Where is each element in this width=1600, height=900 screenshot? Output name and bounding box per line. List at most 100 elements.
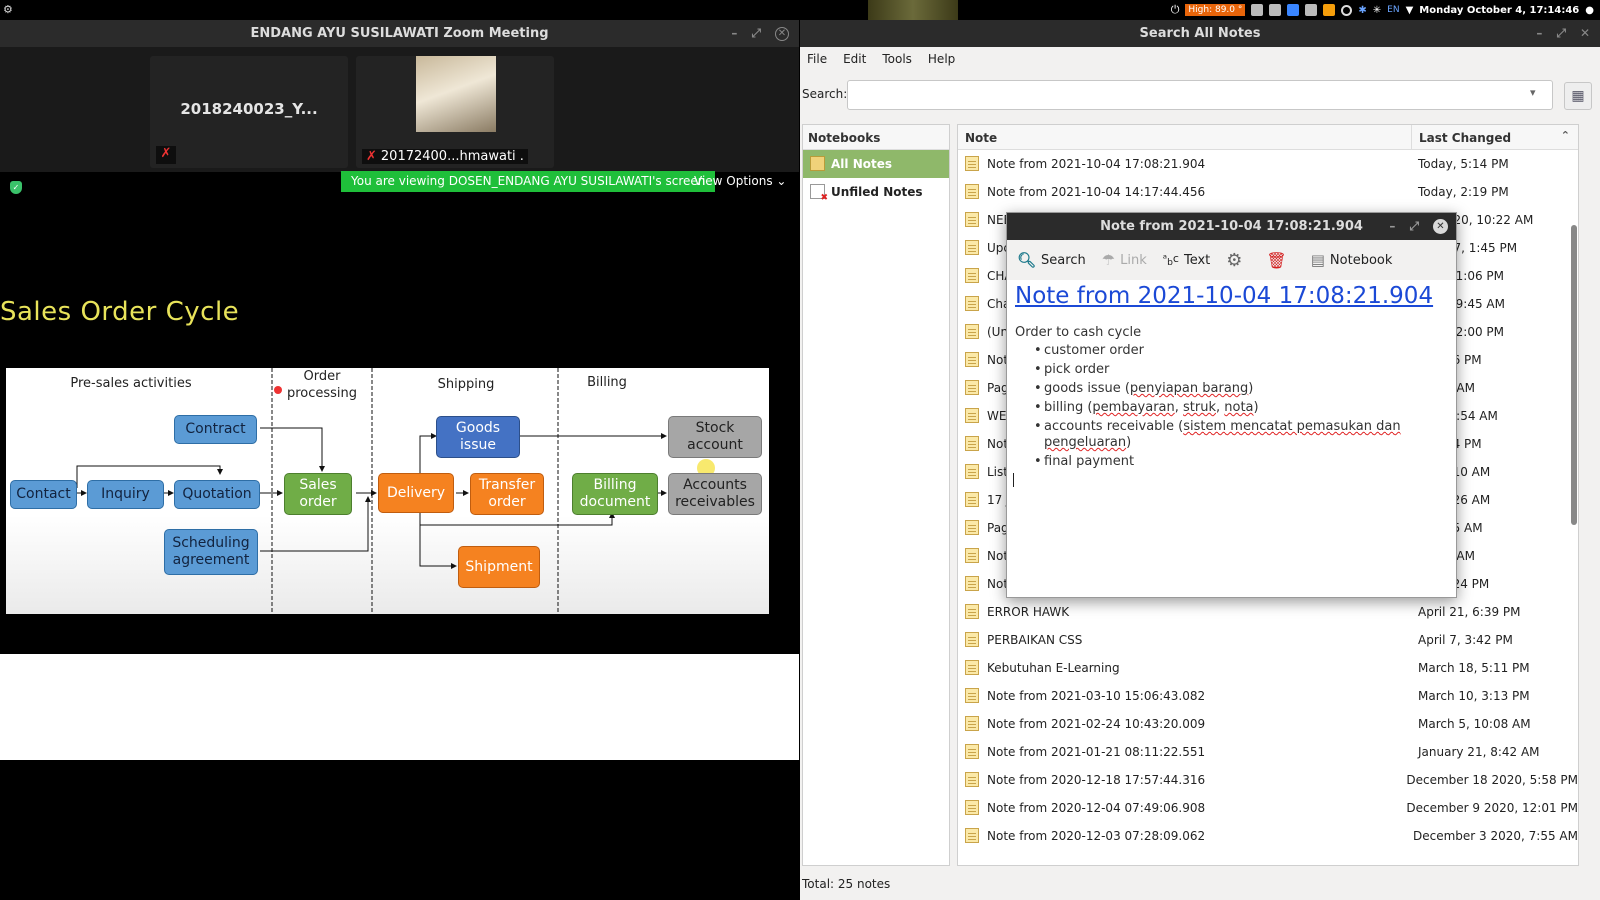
box-billing-document: Billing document [572,473,658,515]
close-icon[interactable]: ✕ [775,26,789,41]
search-button[interactable]: 🔍︎ Search [1017,251,1086,269]
table-row[interactable]: Note from 2021-10-04 14:17:44.456 Today, … [958,178,1578,206]
menu-help[interactable]: Help [923,47,960,71]
participant-tile[interactable]: 2018240023_Y... ✗ [150,56,348,168]
note-title-cell: Kebutuhan E-Learning [987,661,1120,675]
notebook-all-notes[interactable]: All Notes [803,150,949,178]
power-icon[interactable]: ⏻ [1171,3,1180,17]
note-icon [965,828,979,843]
link-button[interactable]: ☂ Link [1102,251,1147,269]
note-icon [965,576,979,591]
participant-label: ✗ 20172400...hmawati . [362,149,528,164]
notes-titlebar: Search All Notes – ⤢ ✕ [800,20,1600,47]
zoom-tray-icon[interactable] [1287,4,1300,16]
shared-screen-blank-area [0,654,799,760]
note-date-cell: January 21, 8:42 AM [1418,745,1540,759]
table-row[interactable]: ERROR HAWK April 21, 6:39 PM [958,598,1578,626]
security-shield-icon[interactable]: ✓ [10,181,22,194]
note-editor-title: Note from 2021-10-04 17:08:21.904 [1100,219,1363,234]
note-icon [965,156,979,171]
table-row[interactable]: Note from 2020-12-18 17:57:44.316 Decembe… [958,766,1578,794]
table-row[interactable]: Kebutuhan E-Learning March 18, 5:11 PM [958,654,1578,682]
window-icon[interactable] [1269,4,1282,16]
menu-edit[interactable]: Edit [838,47,871,71]
notebook-button-label: Notebook [1329,252,1393,268]
box-goods-issue: Goods issue [436,416,520,458]
table-row[interactable]: Note from 2021-01-21 08:11:22.551 January… [958,738,1578,766]
list-item: final payment [1034,454,1415,470]
update-icon[interactable] [1323,4,1336,16]
apps-grid-icon[interactable] [1251,4,1264,16]
table-row[interactable]: Note from 2020-12-03 07:28:09.062 Decembe… [958,822,1578,850]
column-header-note[interactable]: Note [958,125,1412,149]
lane-title-presales: Pre-sales activities [70,376,192,391]
app-tray-icon[interactable] [1305,4,1318,16]
notebooks-header[interactable]: Notebooks [803,125,949,150]
list-item-text: ) [1248,381,1254,396]
participant-tile[interactable]: ✗ 20172400...hmawati . [356,56,554,168]
close-icon[interactable]: ✕ [1433,219,1448,234]
misspelled-text: penyiapan barang [1129,381,1249,396]
minimize-icon[interactable]: – [1536,20,1542,47]
note-icon [965,212,979,227]
participant-name: 2018240023_Y... [180,100,318,118]
tools-button[interactable]: ⚙ [1226,250,1242,271]
top-panel: ⚙ ⏻ High: 89.0 ° ✱ ✳ EN ▼ Monday October… [0,0,1600,20]
bluetooth-icon[interactable]: ✱ [1358,5,1366,16]
link-button-label: Link [1120,252,1147,268]
table-row[interactable]: Note from 2021-03-10 15:06:43.082 March 1… [958,682,1578,710]
table-row[interactable]: Note from 2021-10-04 17:08:21.904 Today, … [958,150,1578,178]
user-icon[interactable]: ● [1585,5,1594,16]
table-row[interactable]: Note from 2020-12-04 07:49:06.908 Decembe… [958,794,1578,822]
system-tray: ⏻ High: 89.0 ° ✱ ✳ EN ▼ Monday October 4… [1171,0,1594,20]
wifi-icon[interactable]: ▼ [1406,5,1414,16]
view-options-button[interactable]: View Options ⌄ [694,171,786,192]
note-title-cell: Note from 2021-02-24 10:43:20.009 [987,717,1206,731]
misspelled-text: pembayaran [1092,400,1175,415]
table-row[interactable]: Note from 2021-02-24 10:43:20.009 March 5… [958,710,1578,738]
notebook-button[interactable]: ▤ Notebook [1311,251,1393,269]
notebook-unfiled-notes[interactable]: Unfiled Notes [803,178,949,206]
note-icon [965,296,979,311]
list-item-text: , [1174,400,1184,415]
column-header-last-changed[interactable]: Last Changed ⌃ [1412,125,1578,149]
minimize-icon[interactable]: – [731,20,737,47]
clock[interactable]: Monday October 4, 17:14:46 [1419,5,1579,16]
note-body[interactable]: Order to cash cycle customer order pick … [1015,325,1415,473]
notebook-label: Unfiled Notes [831,185,923,199]
maximize-icon[interactable]: ⤢ [1409,213,1419,240]
vpn-icon[interactable]: ✳ [1373,5,1381,16]
scrollbar[interactable] [1570,150,1578,574]
list-item-text: billing ( [1044,400,1093,415]
maximize-icon[interactable]: ⤢ [1556,20,1566,47]
table-row[interactable]: PERBAIKAN CSS April 7, 3:42 PM [958,626,1578,654]
link-icon: ☂ [1101,251,1116,269]
note-editor-titlebar: Note from 2021-10-04 17:08:21.904 – ⤢ ✕ [1007,213,1456,240]
language-indicator[interactable]: EN [1387,5,1399,15]
note-intro: Order to cash cycle [1015,325,1142,340]
settings-gear-icon[interactable]: ⚙ [3,3,13,16]
delete-button[interactable]: 🗑︎ [1266,251,1286,270]
note-title-cell: Note from 2021-10-04 14:17:44.456 [987,185,1206,199]
scrollbar-thumb[interactable] [1571,225,1577,525]
maximize-icon[interactable]: ⤢ [751,20,761,47]
text-button[interactable]: ᵃbc Text [1163,252,1210,268]
minimize-icon[interactable]: – [1389,213,1395,240]
menu-tools[interactable]: Tools [877,47,917,71]
note-icon [965,800,979,815]
timer-icon[interactable] [1341,4,1353,16]
toggle-notebooks-button[interactable]: ▦ [1564,82,1592,110]
search-input[interactable] [847,80,1553,110]
note-date-cell: March 18, 5:11 PM [1418,661,1530,675]
menu-file[interactable]: File [802,47,832,71]
note-icon [965,324,979,339]
note-heading-link[interactable]: Note from 2021-10-04 17:08:21.904 [1015,283,1433,309]
search-history-dropdown-icon[interactable]: ▾ [1530,86,1536,99]
weather-temp[interactable]: High: 89.0 ° [1185,4,1246,16]
note-icon [965,380,979,395]
close-icon[interactable]: ✕ [1580,20,1590,47]
note-title-cell: Note from 2021-10-04 17:08:21.904 [987,157,1206,171]
box-sales-order: Sales order [284,473,352,515]
note-icon [965,548,979,563]
note-toolbar: 🔍︎ Search ☂ Link ᵃbc Text ⚙ 🗑︎ ▤ Notebook [1007,240,1456,280]
